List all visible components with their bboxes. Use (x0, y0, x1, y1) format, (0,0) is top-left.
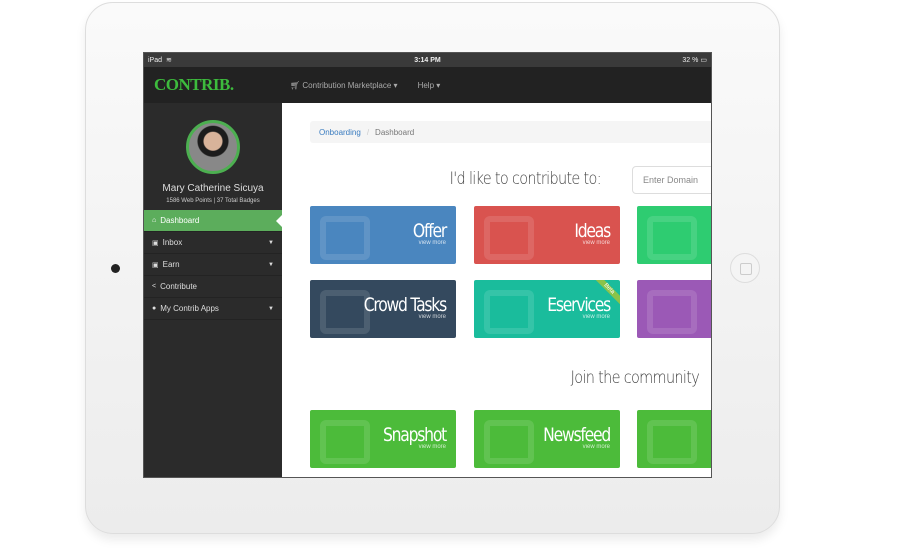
caret-down-icon: ▼ (268, 239, 274, 246)
tile-snapshot[interactable]: Snapshot view more (310, 410, 456, 468)
tile-crowd-tasks[interactable]: Crowd Tasks view more (310, 280, 456, 338)
domain-input[interactable]: Enter Domain (632, 166, 711, 194)
camera (111, 264, 120, 273)
tile-bg-icon (647, 216, 697, 260)
user-points: 1586 Web Points | 37 Total Badges (166, 198, 260, 204)
tile-title: Referra (661, 294, 711, 316)
sidebar: Mary Catherine Sicuya 1586 Web Points | … (144, 103, 282, 477)
caret-down-icon: ▼ (268, 261, 274, 268)
community-heading: Join the community (570, 368, 700, 388)
home-icon: ⌂ (152, 217, 157, 224)
money-icon: ▣ (152, 239, 159, 247)
view-more-link[interactable]: view more (474, 444, 610, 450)
screen: iPad ≋ 3:14 PM 32 % ▭ CONTRIB. 🛒︎ Contri… (143, 52, 712, 478)
circle-icon: ● (152, 305, 157, 312)
tile-offer[interactable]: Offer view more (310, 206, 456, 264)
user-name: Mary Catherine Sicuya (162, 183, 264, 194)
navbar: CONTRIB. 🛒︎ Contribution Marketplace ▾ H… (144, 67, 711, 103)
main-content: Onboarding / Dashboard I'd like to contrib… (282, 103, 711, 477)
money-icon: ▣ (152, 261, 159, 269)
tile-unnamed[interactable] (637, 206, 711, 264)
status-bar: iPad ≋ 3:14 PM 32 % ▭ (144, 53, 711, 67)
cart-icon: 🛒︎ (290, 80, 303, 90)
view-more-link[interactable]: view more (310, 444, 446, 450)
contribute-heading: I'd like to contribute to: (449, 169, 602, 189)
sidebar-item-my-contrib-apps[interactable]: ● My Contrib Apps ▼ (144, 298, 282, 320)
avatar[interactable] (186, 120, 240, 174)
sidebar-item-dashboard[interactable]: ⌂ Dashboard (144, 210, 282, 232)
sidebar-item-earn[interactable]: ▣ Earn ▼ (144, 254, 282, 276)
view-more-link[interactable]: view more (474, 240, 610, 246)
tile-title: Snapshot (383, 424, 447, 446)
caret-down-icon: ▼ (268, 305, 274, 312)
nav-help[interactable]: Help ▾ (418, 81, 441, 90)
tile-title: Newsfeed (543, 424, 611, 446)
share-icon: < (152, 283, 157, 290)
tile-title: Ideas (574, 220, 611, 242)
tile-forum-d[interactable]: Forum D (637, 410, 711, 468)
home-button[interactable] (730, 253, 760, 283)
view-more-link[interactable]: view more (310, 240, 446, 246)
tile-referra[interactable]: Referra (637, 280, 711, 338)
tile-newsfeed[interactable]: Newsfeed view more (474, 410, 620, 468)
sidebar-item-inbox[interactable]: ▣ Inbox ▼ (144, 232, 282, 254)
sidebar-item-contribute[interactable]: < Contribute (144, 276, 282, 298)
tile-title: Offer (412, 220, 447, 242)
view-more-link[interactable]: view more (474, 314, 610, 320)
view-more-link[interactable]: view more (310, 314, 446, 320)
tile-ideas[interactable]: Ideas view more (474, 206, 620, 264)
clock: 3:14 PM (414, 56, 441, 64)
breadcrumb-dashboard: Dashboard (375, 127, 415, 137)
nav-contribution-marketplace[interactable]: 🛒︎ Contribution Marketplace ▾ (290, 81, 398, 90)
tile-eservices[interactable]: Eservices view more Beta (474, 280, 620, 338)
tile-title: Forum D (661, 424, 711, 446)
tile-title: Eservices (547, 294, 611, 316)
logo[interactable]: CONTRIB. (144, 75, 282, 95)
breadcrumb: Onboarding / Dashboard (310, 121, 711, 143)
tile-title: Crowd Tasks (363, 294, 448, 316)
breadcrumb-onboarding[interactable]: Onboarding (319, 128, 361, 137)
